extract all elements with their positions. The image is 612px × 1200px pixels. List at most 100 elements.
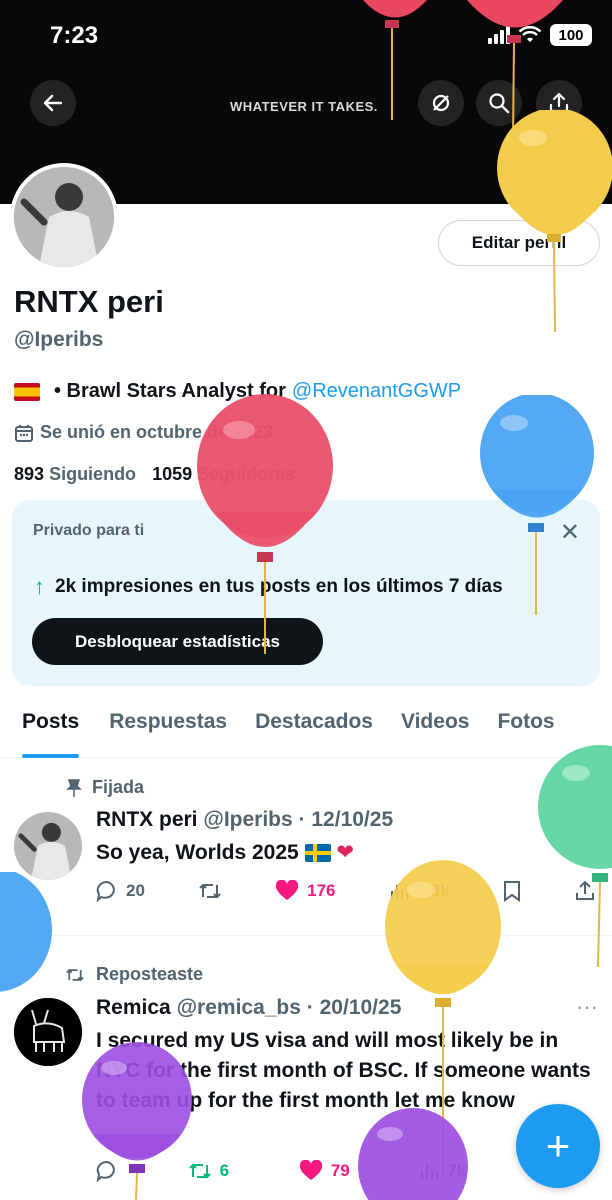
tweet-avatar[interactable] [14, 812, 82, 880]
tweet-author-name[interactable]: RNTX peri [96, 808, 198, 831]
unlock-analytics-button[interactable]: Desbloquear estadísticas [32, 618, 323, 665]
reply-button[interactable]: 20 [96, 880, 145, 902]
profile-tabs: Posts Respuestas Destacados Videos Fotos [0, 700, 612, 758]
views-button[interactable]: 7k [419, 1161, 466, 1181]
reply-count: 20 [126, 881, 145, 900]
retweet-icon [188, 1163, 211, 1179]
heart-filled-icon [276, 880, 299, 900]
reply-icon [96, 1160, 115, 1182]
signal-icon [488, 26, 510, 44]
repost-label: Reposteaste [64, 964, 203, 985]
profile-name: RNTX peri [14, 284, 164, 319]
tweet-share-button[interactable] [574, 880, 596, 902]
private-card-title: Privado para ti [33, 522, 145, 539]
balloon-blue-left [0, 872, 52, 992]
heart-filled-icon [299, 1160, 322, 1180]
tweet-author-handle: @Iperibs [203, 808, 293, 831]
tweet-avatar[interactable] [14, 998, 82, 1066]
profile-handle: @Iperibs [14, 328, 104, 351]
views-button[interactable]: 5,8k [389, 881, 450, 901]
avatar-image [14, 812, 82, 880]
following-count: 893 [14, 464, 45, 484]
tab-posts[interactable]: Posts [22, 700, 80, 758]
retweet-button[interactable] [198, 880, 222, 902]
tweet-header: Remica @remica_bs · 20/10/25 [96, 996, 402, 1019]
heart-emoji-icon: ❤ [336, 841, 355, 864]
following-link[interactable]: 893 Siguiendo [14, 464, 136, 485]
joined-text: Se unió en octubre de 2023 [40, 422, 274, 442]
profile-bio: • Brawl Stars Analyst for @RevenantGGWP [14, 380, 461, 403]
share-button[interactable] [536, 80, 582, 126]
views-count: 5,8k [416, 881, 450, 900]
followers-link[interactable]: 1059 Seguidores [152, 464, 295, 485]
views-icon [421, 1165, 439, 1179]
retweet-icon [66, 968, 84, 981]
reply-button[interactable] [96, 1160, 118, 1182]
bookmark-icon [503, 881, 520, 902]
like-button[interactable]: 79 [299, 1160, 350, 1182]
spain-flag-icon [14, 382, 40, 401]
search-icon [489, 93, 510, 114]
back-arrow-icon [43, 94, 63, 112]
tweet-text: I secured my US visa and will most likel… [96, 1029, 591, 1112]
more-options-icon[interactable]: ··· [576, 994, 598, 1020]
compose-button[interactable]: + [516, 1104, 600, 1188]
pinned-text: Fijada [92, 777, 145, 797]
tab-replies[interactable]: Respuestas [109, 700, 227, 758]
share-icon [575, 880, 594, 900]
tab-photos[interactable]: Fotos [497, 700, 554, 758]
tab-videos[interactable]: Videos [401, 700, 469, 758]
balloon-yellow-middle [385, 860, 501, 1178]
balloon-green [538, 745, 612, 968]
follow-stats: 893 Siguiendo 1059 Seguidores [14, 464, 295, 485]
bookmark-button[interactable] [503, 880, 521, 902]
tab-highlights[interactable]: Destacados [255, 700, 373, 758]
profile-avatar[interactable] [10, 163, 118, 271]
avatar-image [14, 167, 114, 267]
followers-label: Seguidores [197, 464, 296, 484]
grok-icon [432, 94, 450, 112]
impressions-text: 2k impresiones en tus posts en los últim… [55, 576, 503, 597]
edit-profile-button[interactable]: Editar perfil [438, 220, 600, 266]
bio-text: • Brawl Stars Analyst for [54, 380, 286, 402]
tweet-actions: 20 176 5,8k [96, 880, 596, 902]
retweet-icon [199, 884, 221, 898]
pin-icon [66, 778, 82, 797]
views-icon [390, 885, 408, 899]
like-button[interactable]: 176 [275, 880, 336, 902]
following-label: Siguiendo [49, 464, 137, 484]
views-count: 7k [447, 1161, 467, 1180]
tweet-author-name[interactable]: Remica [96, 996, 171, 1019]
tweet-header: RNTX peri @Iperibs · 12/10/25 [96, 808, 394, 831]
search-button[interactable] [476, 80, 522, 126]
followers-count: 1059 [152, 464, 193, 484]
retweet-button[interactable]: 6 [188, 1160, 229, 1182]
tweet-divider [0, 935, 612, 936]
repost-text: Reposteaste [96, 964, 204, 984]
back-button[interactable] [30, 80, 76, 126]
tweet-date[interactable]: 12/10/25 [311, 808, 393, 831]
bio-mention-link[interactable]: @RevenantGGWP [292, 380, 461, 403]
reply-icon [96, 880, 115, 902]
battery-indicator: 100 [550, 24, 592, 46]
like-count: 79 [330, 1161, 350, 1180]
like-count: 176 [307, 881, 336, 900]
status-icons: 100 [488, 24, 592, 46]
banner-text: WHATEVER IT TAKES. [230, 99, 378, 114]
retweet-count: 6 [219, 1161, 230, 1180]
avatar-image [14, 998, 82, 1066]
wifi-icon [518, 26, 542, 42]
pinned-label: Fijada [66, 777, 144, 798]
tweet-date[interactable]: 20/10/25 [320, 996, 402, 1019]
joined-date: Se unió en octubre de 2023 [14, 422, 273, 443]
impressions-summary: ↑ 2k impresiones en tus posts en los últ… [34, 574, 503, 600]
status-time: 7:23 [50, 22, 99, 49]
balloon-purple-bottom [358, 1108, 468, 1200]
sweden-flag-icon [304, 844, 331, 863]
close-icon[interactable]: ✕ [560, 518, 580, 547]
calendar-icon [15, 424, 33, 442]
plus-icon: + [545, 1122, 571, 1169]
grok-button[interactable] [418, 80, 464, 126]
share-icon [549, 92, 569, 113]
arrow-up-icon: ↑ [34, 574, 45, 599]
